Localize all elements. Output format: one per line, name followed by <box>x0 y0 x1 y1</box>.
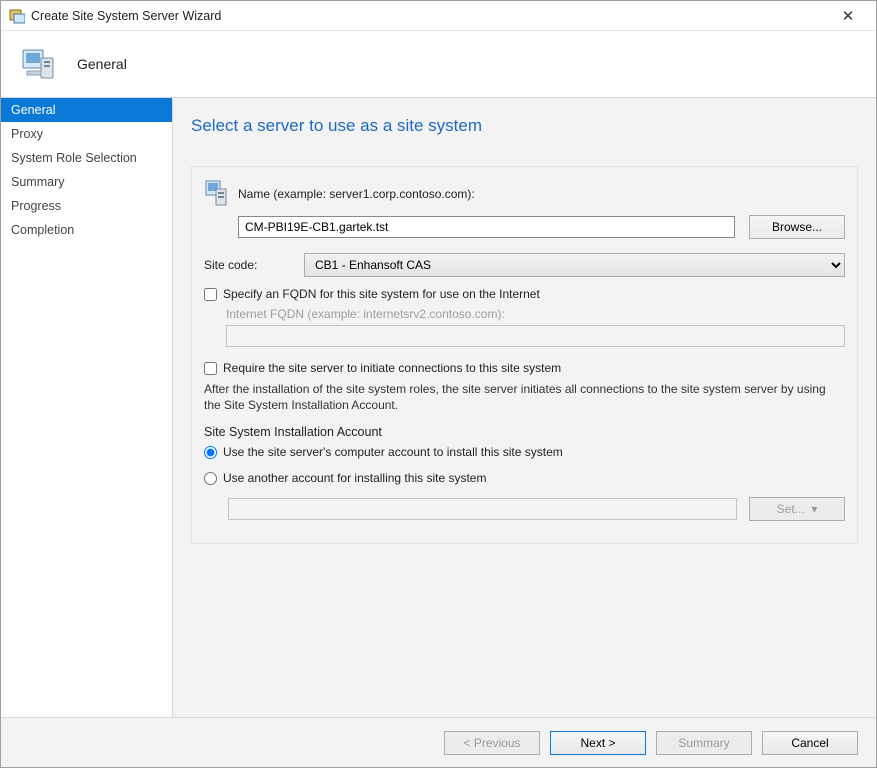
browse-button[interactable]: Browse... <box>749 215 845 239</box>
bottom-button-bar: < Previous Next > Summary Cancel <box>1 717 876 767</box>
sidebar: General Proxy System Role Selection Summ… <box>1 98 173 717</box>
fqdn-checkbox[interactable] <box>204 288 217 301</box>
radio-computer-account[interactable] <box>204 446 217 459</box>
server-icon <box>204 179 230 209</box>
window-title: Create Site System Server Wizard <box>31 9 221 23</box>
form-panel: Name (example: server1.corp.contoso.com)… <box>191 166 858 544</box>
sidebar-item-system-role-selection[interactable]: System Role Selection <box>1 146 172 170</box>
sitecode-label: Site code: <box>204 258 304 272</box>
require-note: After the installation of the site syste… <box>204 381 845 413</box>
wizard-header: General <box>1 31 876 97</box>
titlebar: Create Site System Server Wizard ✕ <box>1 1 876 31</box>
summary-button: Summary <box>656 731 752 755</box>
next-button[interactable]: Next > <box>550 731 646 755</box>
account-input <box>228 498 737 520</box>
radio-other-account[interactable] <box>204 472 217 485</box>
page-heading: Select a server to use as a site system <box>191 116 858 136</box>
content-area: Select a server to use as a site system … <box>173 98 876 717</box>
set-button: Set... ▾ <box>749 497 845 521</box>
install-account-group-label: Site System Installation Account <box>204 425 845 439</box>
require-checkbox-label: Require the site server to initiate conn… <box>223 361 561 375</box>
internet-fqdn-input <box>226 325 845 347</box>
sidebar-item-general[interactable]: General <box>1 98 172 122</box>
header-step-label: General <box>77 56 127 72</box>
radio-other-account-label: Use another account for installing this … <box>223 471 486 485</box>
previous-button: < Previous <box>444 731 540 755</box>
server-name-input[interactable] <box>238 216 735 238</box>
sidebar-item-proxy[interactable]: Proxy <box>1 122 172 146</box>
fqdn-checkbox-label: Specify an FQDN for this site system for… <box>223 287 540 301</box>
sidebar-item-completion[interactable]: Completion <box>1 218 172 242</box>
require-checkbox[interactable] <box>204 362 217 375</box>
wizard-window: Create Site System Server Wizard ✕ Gener… <box>0 0 877 768</box>
sidebar-item-summary[interactable]: Summary <box>1 170 172 194</box>
chevron-down-icon: ▾ <box>811 502 817 516</box>
radio-computer-account-label: Use the site server's computer account t… <box>223 445 563 459</box>
name-label: Name (example: server1.corp.contoso.com)… <box>238 187 475 201</box>
wizard-body: General Proxy System Role Selection Summ… <box>1 97 876 717</box>
internet-fqdn-label: Internet FQDN (example: internetsrv2.con… <box>226 307 845 321</box>
cancel-button[interactable]: Cancel <box>762 731 858 755</box>
sidebar-item-progress[interactable]: Progress <box>1 194 172 218</box>
sitecode-select[interactable]: CB1 - Enhansoft CAS <box>304 253 845 277</box>
server-header-icon <box>19 44 59 84</box>
close-icon[interactable]: ✕ <box>828 7 868 25</box>
app-icon <box>9 8 25 24</box>
